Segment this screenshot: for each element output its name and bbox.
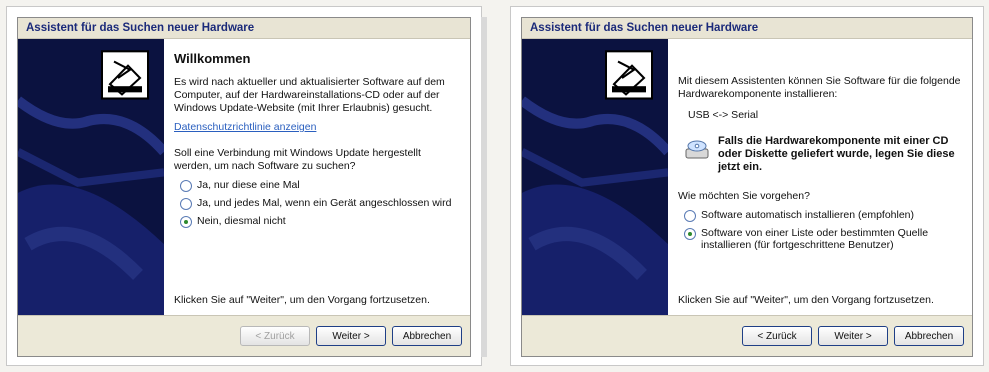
radio-option-list-source[interactable]: Software von einer Liste oder bestimmten…	[684, 227, 962, 251]
cancel-button[interactable]: Abbrechen	[392, 326, 462, 346]
cancel-button[interactable]: Abbrechen	[894, 326, 964, 346]
radio-icon[interactable]	[684, 210, 696, 222]
question-text: Soll eine Verbindung mit Windows Update …	[174, 147, 421, 172]
radio-label: Ja, und jedes Mal, wenn ein Gerät angesc…	[197, 197, 452, 209]
button-bar: < Zurück Weiter > Abbrechen	[18, 315, 470, 356]
left-wizard-dialog: Assistent für das Suchen neuer Hardware …	[17, 17, 471, 357]
left-screenshot-frame: Assistent für das Suchen neuer Hardware …	[6, 6, 487, 366]
intro-text: Es wird nach aktueller und aktualisierte…	[174, 76, 445, 114]
intro-text: Mit diesem Assistenten können Sie Softwa…	[678, 75, 961, 100]
wizard-content: Willkommen Es wird nach aktueller und ak…	[164, 39, 470, 316]
right-screenshot-frame: Assistent für das Suchen neuer Hardware …	[510, 6, 984, 366]
radio-icon[interactable]	[684, 228, 696, 240]
back-button[interactable]: < Zurück	[742, 326, 812, 346]
radio-icon[interactable]	[180, 180, 192, 192]
right-wizard-dialog: Assistent für das Suchen neuer Hardware …	[521, 17, 973, 357]
radio-option-automatic[interactable]: Software automatisch installieren (empfo…	[684, 209, 962, 222]
cd-notice: Falls die Hardwarekomponente mit einer C…	[684, 135, 962, 174]
frame-shadow	[481, 17, 487, 357]
back-button[interactable]: < Zurück	[240, 326, 310, 346]
radio-label: Ja, nur diese eine Mal	[197, 179, 300, 191]
dialog-title: Assistent für das Suchen neuer Hardware	[522, 18, 972, 39]
wizard-side-art	[18, 39, 164, 316]
radio-label: Software automatisch installieren (empfo…	[701, 209, 915, 221]
footer-text: Klicken Sie auf "Weiter", um den Vorgang…	[174, 294, 430, 306]
footer-text: Klicken Sie auf "Weiter", um den Vorgang…	[678, 294, 934, 306]
page-title: Willkommen	[174, 51, 251, 66]
hardware-wizard-icon	[101, 50, 149, 100]
radio-label: Nein, diesmal nicht	[197, 215, 286, 227]
privacy-link[interactable]: Datenschutzrichtlinie anzeigen	[174, 121, 460, 133]
radio-option-yes-always[interactable]: Ja, und jedes Mal, wenn ein Gerät angesc…	[180, 197, 460, 210]
dialog-title: Assistent für das Suchen neuer Hardware	[18, 18, 470, 39]
button-bar: < Zurück Weiter > Abbrechen	[522, 315, 972, 356]
radio-option-yes-once[interactable]: Ja, nur diese eine Mal	[180, 179, 460, 192]
next-button[interactable]: Weiter >	[316, 326, 386, 346]
device-name: USB <-> Serial	[688, 109, 759, 121]
radio-label: Software von einer Liste oder bestimmten…	[701, 227, 929, 251]
cd-notice-text: Falls die Hardwarekomponente mit einer C…	[718, 135, 955, 173]
radio-icon[interactable]	[180, 198, 192, 210]
wizard-content: Mit diesem Assistenten können Sie Softwa…	[668, 39, 972, 316]
wizard-side-art	[522, 39, 668, 316]
radio-icon[interactable]	[180, 216, 192, 228]
hardware-wizard-icon	[605, 50, 653, 100]
radio-option-no[interactable]: Nein, diesmal nicht	[180, 215, 460, 228]
question-text: Wie möchten Sie vorgehen?	[678, 190, 810, 202]
next-button[interactable]: Weiter >	[818, 326, 888, 346]
cd-drive-icon	[685, 140, 709, 159]
